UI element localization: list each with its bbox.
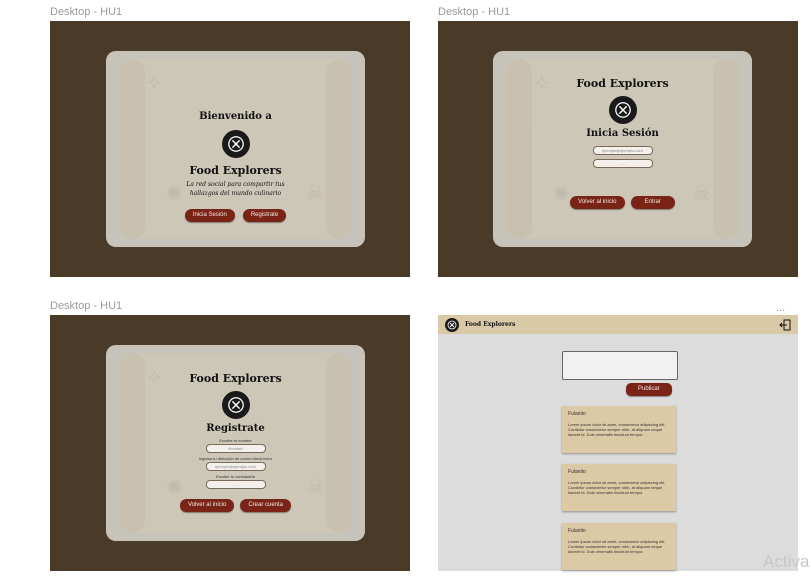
password-label: Escribe tu contraseña — [216, 474, 255, 479]
tagline-line-1: La red social para compartir tus — [186, 181, 285, 188]
back-to-home-button[interactable]: Volver al inicio — [179, 499, 235, 512]
frame-label-3: Desktop - HU1 — [50, 300, 123, 312]
email-field[interactable]: ejemplo@ejemplo.com — [205, 462, 266, 471]
frame-label-4: ... — [776, 302, 786, 314]
email-field[interactable]: ejemplo@ejemplo.com — [592, 146, 653, 155]
welcome-greeting: Bienvenido a — [199, 111, 272, 122]
post-card: Fulanito Lorem ipsum dolor sit amet, con… — [562, 523, 676, 570]
feed-frame: Food Explorers Publicar Fulanito Lorem i… — [438, 315, 798, 571]
password-field[interactable]: ...... — [205, 480, 266, 489]
publish-button[interactable]: Publicar — [626, 383, 672, 396]
register-frame: ✧ ☠ ✺ Food Explorers Registrate Escribe … — [50, 315, 410, 571]
login-frame: ✧ ☠ ✺ Food Explorers Inicia Sesión ejemp… — [438, 21, 798, 277]
create-account-button[interactable]: Crear cuenta — [240, 499, 292, 512]
name-label: Escribe tu nombre — [219, 438, 252, 443]
top-bar: Food Explorers — [438, 315, 798, 334]
login-card: ✧ ☠ ✺ Food Explorers Inicia Sesión ejemp… — [493, 51, 752, 247]
post-user: Fulanito — [568, 528, 586, 534]
login-button[interactable]: Inicia Sesión — [184, 209, 235, 222]
fork-knife-logo-icon — [221, 130, 250, 158]
post-text: Lorem ipsum dolor sit amet, consectetur … — [568, 539, 666, 554]
post-text: Lorem ipsum dolor sit amet, consectetur … — [568, 480, 666, 495]
post-card: Fulanito Lorem ipsum dolor sit amet, con… — [562, 406, 676, 453]
register-heading: Registrate — [206, 423, 265, 434]
welcome-card: ✧ ☠ ✺ Bienvenido a Food Explorers La red… — [106, 51, 365, 247]
name-field[interactable]: Nombre — [205, 444, 266, 453]
logout-icon[interactable] — [779, 318, 791, 331]
post-card: Fulanito Lorem ipsum dolor sit amet, con… — [562, 464, 676, 511]
app-name-title: Food Explorers — [189, 164, 282, 177]
back-to-home-button[interactable]: Volver al inicio — [570, 196, 625, 209]
post-textarea[interactable] — [562, 351, 678, 380]
tagline-line-2: hallazgos del mundo culinario — [189, 190, 282, 197]
enter-button[interactable]: Entrar — [630, 196, 675, 209]
fork-knife-logo-icon — [608, 96, 637, 124]
frame-label-1: Desktop - HU1 — [50, 6, 123, 18]
app-name-title: Food Explorers — [189, 372, 282, 385]
post-user: Fulanito — [568, 469, 586, 475]
frame-label-2: Desktop - HU1 — [438, 6, 511, 18]
register-card: ✧ ☠ ✺ Food Explorers Registrate Escribe … — [106, 345, 365, 541]
app-name-title: Food Explorers — [465, 321, 516, 328]
fork-knife-logo-icon — [445, 317, 459, 332]
register-button[interactable]: Registrate — [242, 209, 287, 222]
app-name-title: Food Explorers — [576, 77, 669, 90]
fork-knife-logo-icon — [221, 391, 250, 419]
password-field[interactable]: ...... — [592, 159, 653, 168]
welcome-frame: ✧ ☠ ✺ Bienvenido a Food Explorers La red… — [50, 21, 410, 277]
post-user: Fulanito — [568, 411, 586, 417]
email-label: Ingresa tu dirección de correo electróni… — [198, 456, 273, 461]
post-text: Lorem ipsum dolor sit amet, consectetur … — [568, 422, 666, 437]
activation-watermark: Activa — [763, 552, 810, 571]
login-heading: Inicia Sesión — [586, 128, 659, 139]
